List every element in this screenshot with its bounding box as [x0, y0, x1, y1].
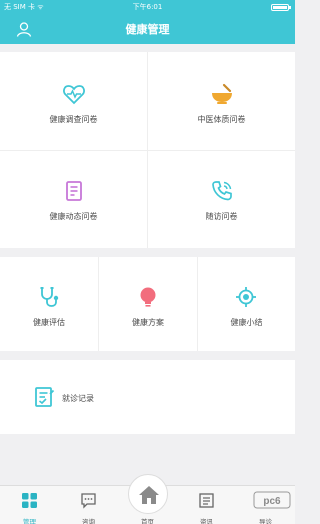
medical-records-item[interactable]: 就诊记录 [0, 360, 295, 434]
tab-consult-label: 咨询 [82, 518, 95, 524]
status-bar: 无 SIM 卡 ᯤ 下午6:01 [0, 0, 295, 14]
tcm-constitution-label: 中医体质问卷 [197, 115, 246, 124]
health-survey-label: 健康调查问卷 [49, 115, 98, 124]
top-bar: 无 SIM 卡 ᯤ 下午6:01 健康管理 [0, 0, 295, 44]
health-assessment-label: 健康评估 [33, 318, 65, 327]
assessment-row: 健康评估 健康方案 健康小结 [0, 257, 295, 351]
follow-up-item[interactable]: 随访问卷 [148, 151, 295, 248]
home-button[interactable] [128, 474, 168, 514]
health-summary-label: 健康小结 [230, 318, 263, 327]
tab-guide-label: 导诊 [259, 518, 272, 524]
health-plan-item[interactable]: 健康方案 [99, 257, 197, 351]
questionnaire-grid: 健康调查问卷 中医体质问卷 健康动态问卷 随访问卷 [0, 52, 295, 248]
health-summary-item[interactable]: 健康小结 [198, 257, 295, 351]
heart-pulse-icon [62, 82, 86, 106]
phone-icon [210, 179, 234, 203]
grid-icon [21, 492, 38, 509]
target-icon [234, 285, 258, 309]
page-title: 健康管理 [125, 23, 170, 36]
status-time: 下午6:01 [132, 3, 163, 11]
tab-news[interactable]: 资讯 [177, 486, 236, 524]
herbal-bowl-icon [210, 82, 234, 106]
chat-icon [80, 492, 97, 509]
health-survey-item[interactable]: 健康调查问卷 [0, 52, 147, 150]
watermark-logo: pc6 [253, 490, 291, 510]
battery-icon [271, 4, 291, 11]
stethoscope-icon [37, 285, 61, 309]
nav-bar: 健康管理 [0, 14, 295, 44]
svg-text:pc6: pc6 [263, 496, 281, 507]
news-icon [198, 492, 215, 509]
health-dynamic-item[interactable]: 健康动态问卷 [0, 151, 147, 248]
document-icon [62, 179, 86, 203]
tab-management[interactable]: 管理 [0, 486, 59, 524]
tab-home-label: 首页 [141, 518, 154, 524]
health-plan-label: 健康方案 [132, 318, 164, 327]
health-dynamic-label: 健康动态问卷 [49, 212, 98, 221]
clipboard-icon [33, 386, 55, 408]
lightbulb-icon [136, 285, 160, 309]
tab-management-label: 管理 [23, 518, 36, 524]
follow-up-label: 随访问卷 [205, 212, 238, 221]
medical-records-label: 就诊记录 [62, 394, 94, 403]
health-assessment-item[interactable]: 健康评估 [0, 257, 98, 351]
tab-consult[interactable]: 咨询 [59, 486, 118, 524]
tab-news-label: 资讯 [200, 518, 213, 524]
tcm-constitution-item[interactable]: 中医体质问卷 [148, 52, 295, 150]
